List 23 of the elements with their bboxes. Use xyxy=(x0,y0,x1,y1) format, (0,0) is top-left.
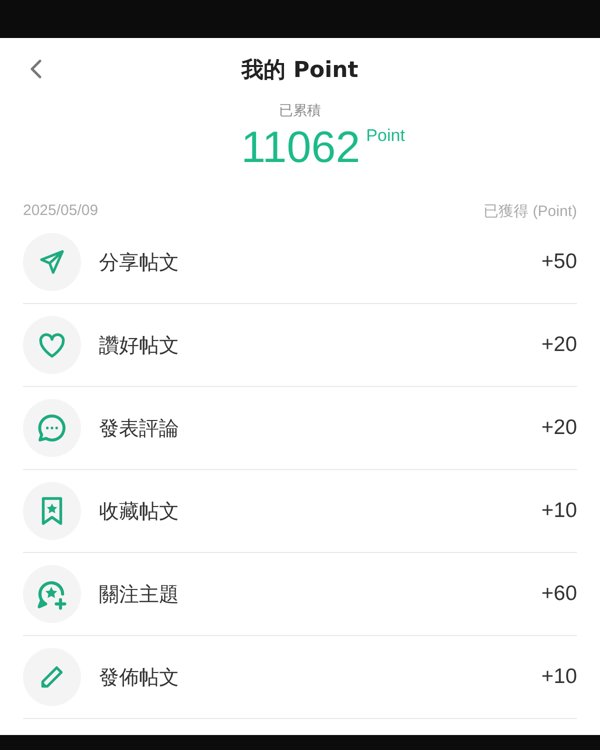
paper-plane-icon xyxy=(38,248,66,276)
activity-label: 發表評論 xyxy=(99,414,180,442)
points-earned: +10 xyxy=(541,665,577,689)
point-unit: Point xyxy=(366,126,405,146)
heart-icon xyxy=(37,331,67,359)
activity-label: 關注主題 xyxy=(99,580,180,608)
points-earned: +20 xyxy=(541,416,577,440)
page-title: 我的 Point xyxy=(242,57,358,85)
points-earned: +10 xyxy=(541,499,577,523)
back-chevron-icon xyxy=(29,59,43,79)
activity-label: 讚好帖文 xyxy=(99,332,180,358)
total-label: 已累積 xyxy=(279,102,321,120)
points-earned: +20 xyxy=(541,333,577,357)
date-label: 2025/05/09 xyxy=(23,202,98,221)
points-earned: +50 xyxy=(541,250,577,274)
points-earned: +60 xyxy=(541,582,577,606)
activity-label: 收藏帖文 xyxy=(99,498,180,524)
activity-label: 分享帖文 xyxy=(99,248,180,276)
column-label: 已獲得 (Point) xyxy=(484,202,577,221)
chat-bubble-icon xyxy=(36,412,68,444)
activity-label: 發佈帖文 xyxy=(99,664,180,690)
bookmark-star-icon xyxy=(39,496,65,526)
point-total: 11062 xyxy=(241,124,360,172)
